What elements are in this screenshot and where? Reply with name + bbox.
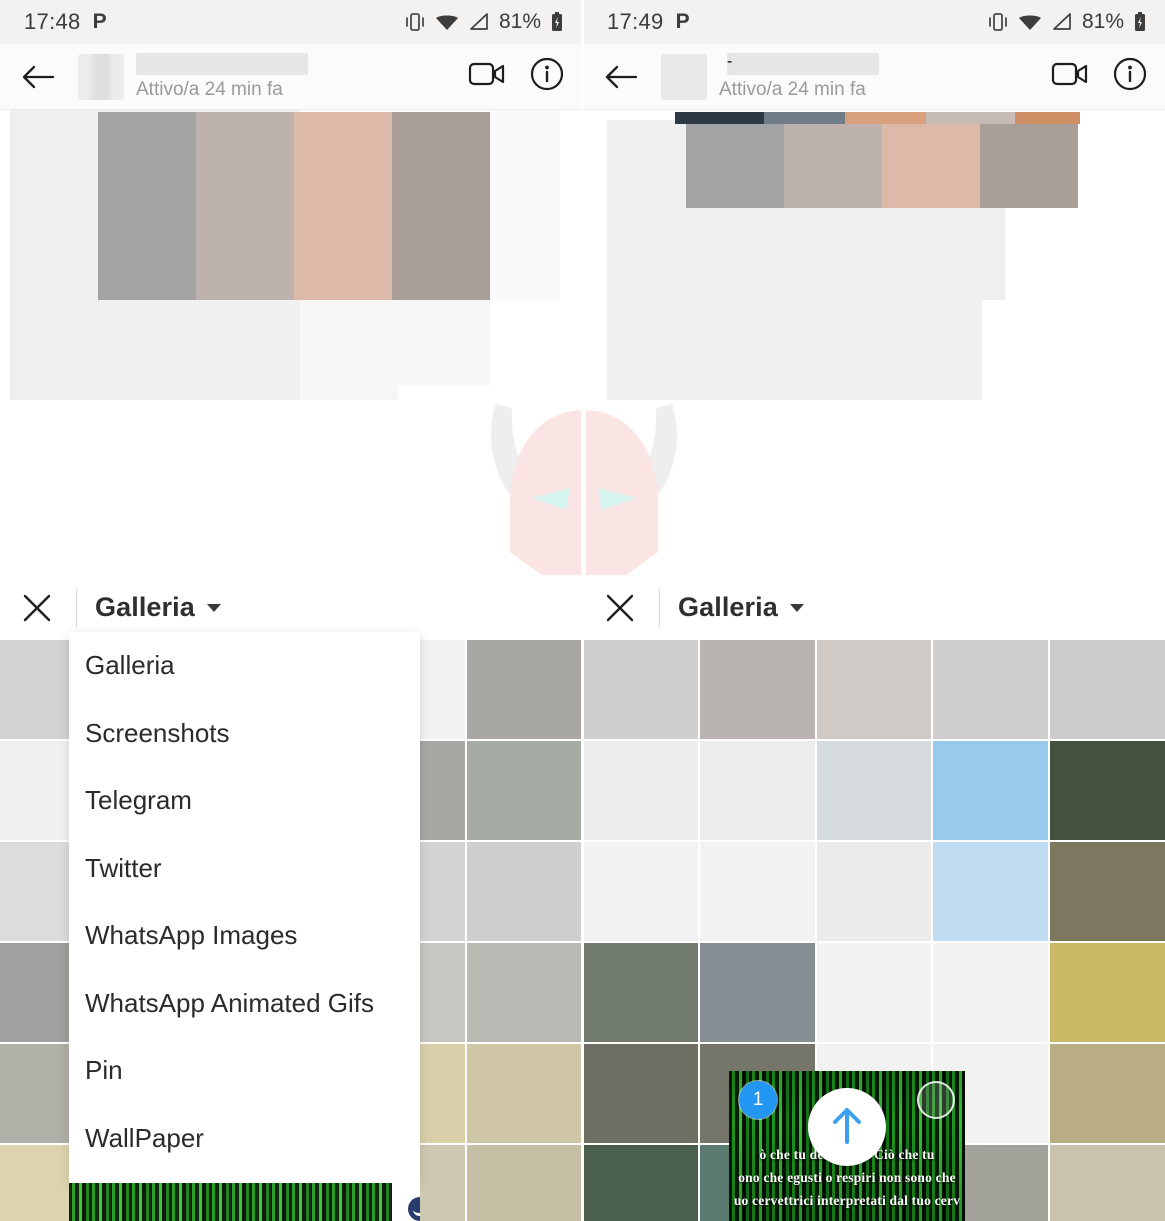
gallery-thumbnail[interactable] — [467, 943, 582, 1042]
gallery-thumbnail[interactable] — [933, 842, 1049, 941]
gallery-thumbnail[interactable] — [699, 842, 815, 941]
gallery-sheet-toolbar: Galleria — [0, 575, 582, 640]
gallery-thumbnail[interactable] — [583, 741, 698, 840]
status-bar: 17:48 P 81% — [0, 0, 582, 44]
chat-header: Attivo/a 24 min fa — [0, 44, 582, 110]
gallery-thumbnail[interactable] — [933, 741, 1049, 840]
gallery-thumbnail[interactable] — [1050, 1145, 1165, 1221]
close-icon[interactable] — [599, 587, 641, 629]
vibrate-icon — [987, 12, 1009, 32]
selected-photo-preview[interactable]: ò che tu definire la Ciò che tu ono che … — [729, 1071, 965, 1221]
gallery-thumbnail[interactable] — [583, 1044, 698, 1143]
gallery-thumbnail[interactable] — [816, 842, 932, 941]
gallery-thumbnail[interactable] — [1050, 640, 1165, 739]
video-call-icon[interactable] — [1051, 60, 1089, 93]
gallery-thumbnail[interactable] — [467, 842, 582, 941]
selection-count-badge[interactable]: 1 — [739, 1081, 777, 1119]
gallery-source-menu-item[interactable]: WallPaper — [69, 1105, 420, 1173]
photo-caption-line-3: uo cervettrici interpretati dal tuo cerv — [733, 1193, 961, 1208]
gallery-photo-peek[interactable] — [69, 1183, 420, 1221]
gallery-source-menu-item[interactable]: Screenshots — [69, 700, 420, 768]
gallery-source-menu-item[interactable]: Pin — [69, 1037, 420, 1105]
chat-photo-strip[interactable] — [675, 112, 1080, 124]
close-icon[interactable] — [16, 587, 58, 629]
gallery-thumbnail[interactable] — [467, 1044, 582, 1143]
thumbnail-circle-icon[interactable] — [917, 1081, 955, 1119]
app-indicator-icon: P — [92, 10, 107, 33]
gallery-thumbnail[interactable] — [583, 1145, 698, 1221]
battery-percent: 81% — [498, 10, 541, 33]
gallery-thumbnail[interactable] — [467, 741, 582, 840]
gallery-source-dropdown[interactable]: Galleria — [678, 592, 804, 623]
gallery-source-menu-item[interactable]: Twitter — [69, 835, 420, 903]
gallery-source-dropdown[interactable]: Galleria — [95, 592, 221, 623]
back-arrow-icon[interactable] — [16, 55, 60, 99]
contact-name-redacted: - — [727, 52, 879, 75]
gallery-source-label: Galleria — [95, 592, 195, 622]
contact-status-text: Attivo/a 24 min fa — [719, 78, 866, 100]
gallery-thumbnail[interactable] — [583, 640, 698, 739]
chevron-down-icon — [789, 603, 804, 612]
status-time: 17:49 — [607, 9, 664, 34]
gallery-thumbnail[interactable] — [816, 640, 932, 739]
gallery-thumbnail[interactable] — [699, 943, 815, 1042]
contact-status-text: Attivo/a 24 min fa — [136, 78, 283, 100]
gallery-source-menu-item[interactable]: Galleria — [69, 632, 420, 700]
chevron-down-icon — [206, 603, 221, 612]
gallery-thumbnail[interactable] — [1050, 741, 1165, 840]
gallery-source-menu-item[interactable]: WhatsApp Animated Gifs — [69, 970, 420, 1038]
gallery-thumbnail[interactable] — [816, 741, 932, 840]
chat-message-list — [0, 110, 582, 590]
video-call-icon[interactable] — [468, 60, 506, 93]
contact-name-redacted — [136, 52, 308, 75]
back-arrow-icon[interactable] — [599, 55, 643, 99]
toolbar-divider — [659, 588, 660, 627]
gallery-thumbnail[interactable] — [699, 640, 815, 739]
battery-percent: 81% — [1081, 10, 1124, 33]
info-icon[interactable] — [530, 57, 564, 96]
chat-message-list — [583, 110, 1165, 587]
gallery-thumbnail[interactable] — [816, 943, 932, 1042]
chat-photo-bubble[interactable] — [98, 112, 490, 300]
left-screenshot-panel: 17:48 P 81% Attivo/a 24 min fa Galleria … — [0, 0, 582, 1221]
send-arrow-up-icon — [828, 1104, 866, 1151]
status-bar: 17:49 P 81% — [583, 0, 1165, 44]
info-icon[interactable] — [1113, 57, 1147, 96]
avatar[interactable] — [78, 53, 124, 100]
chat-header: - Attivo/a 24 min fa — [583, 44, 1165, 110]
wifi-icon — [435, 13, 459, 31]
right-screenshot-panel: 17:49 P 81% - Attivo/a 24 min fa Galleri… — [583, 0, 1165, 1221]
gallery-thumbnail[interactable] — [1050, 943, 1165, 1042]
photo-caption-line-2: ono che egusti o respiri non sono che — [738, 1170, 956, 1185]
signal-icon — [1051, 13, 1073, 31]
gallery-thumbnail[interactable] — [1050, 1044, 1165, 1143]
gallery-sheet-toolbar: Galleria — [583, 575, 1165, 640]
chat-photo-bubble[interactable] — [686, 124, 1078, 208]
gallery-source-menu[interactable]: Galleria Screenshots Telegram Twitter WhatsA… — [69, 632, 420, 1183]
wifi-icon — [1018, 13, 1042, 31]
gallery-thumbnail[interactable] — [699, 741, 815, 840]
toolbar-divider — [76, 588, 77, 627]
gallery-thumbnail[interactable] — [1050, 842, 1165, 941]
screenshot-stage: 17:48 P 81% Attivo/a 24 min fa Galleria … — [0, 0, 1165, 1221]
battery-icon — [1133, 12, 1147, 32]
gallery-thumbnail[interactable] — [467, 640, 582, 739]
gallery-thumbnail[interactable] — [583, 842, 698, 941]
status-time: 17:48 — [24, 9, 81, 34]
gallery-thumbnail[interactable] — [933, 640, 1049, 739]
send-button[interactable] — [808, 1088, 886, 1166]
gallery-source-menu-item[interactable]: WhatsApp Images — [69, 902, 420, 970]
battery-icon — [550, 12, 564, 32]
app-indicator-icon: P — [675, 10, 690, 33]
gallery-thumbnail[interactable] — [933, 943, 1049, 1042]
vibrate-icon — [404, 12, 426, 32]
gallery-source-menu-item[interactable]: Telegram — [69, 767, 420, 835]
gallery-source-label: Galleria — [678, 592, 778, 622]
panel-divider — [581, 0, 584, 1221]
signal-icon — [468, 13, 490, 31]
avatar[interactable] — [661, 53, 707, 100]
gallery-thumbnail[interactable] — [583, 943, 698, 1042]
snapchat-icon — [392, 1183, 420, 1221]
gallery-thumbnail[interactable] — [467, 1145, 582, 1221]
